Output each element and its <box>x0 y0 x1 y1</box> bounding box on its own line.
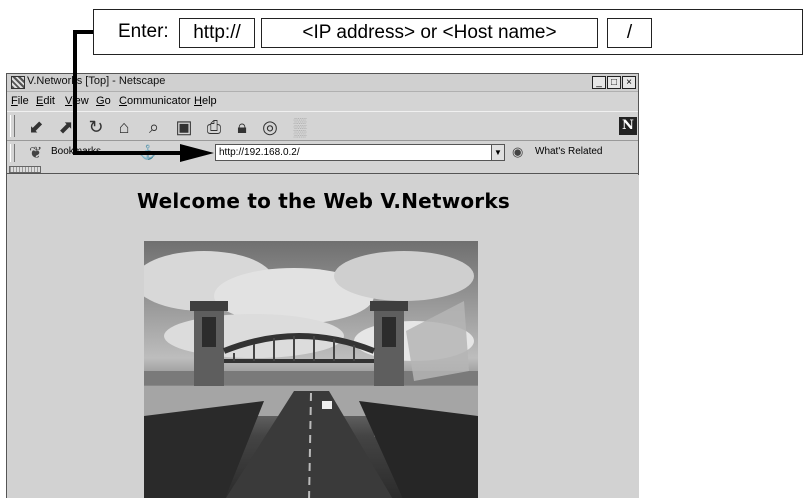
browser-window: V.Networks [Top] - Netscape _ □ × File E… <box>6 73 639 498</box>
slash-segment: / <box>607 18 652 48</box>
home-icon[interactable]: ⌂ <box>111 115 137 139</box>
netscape-logo-icon[interactable]: N <box>619 117 637 135</box>
bookmarks-button[interactable]: Bookmarks <box>51 146 101 157</box>
title-bar[interactable]: V.Networks [Top] - Netscape _ □ × <box>7 74 638 92</box>
bridge-photo <box>144 241 478 498</box>
stop-icon[interactable]: ▒ <box>287 115 313 139</box>
close-button[interactable]: × <box>622 76 636 89</box>
whats-related-button[interactable]: What's Related <box>535 146 603 157</box>
toolbar-tab-handle[interactable] <box>9 166 41 173</box>
navigation-toolbar: ⬋ ⬈ ↻ ⌂ ⌕ ▣ ⎙ 🔒︎ ◎ ▒ N <box>7 111 638 141</box>
forward-icon[interactable]: ⬈ <box>53 115 79 139</box>
page-content: Welcome to the Web V.Networks <box>8 175 639 498</box>
menu-communicator[interactable]: Communicator <box>119 95 191 107</box>
menu-help[interactable]: Help <box>194 95 217 107</box>
toolbar-grip[interactable] <box>10 115 15 137</box>
reload-icon[interactable]: ↻ <box>83 115 109 139</box>
url-dropdown-icon[interactable]: ▼ <box>491 144 505 161</box>
back-icon[interactable]: ⬋ <box>23 115 49 139</box>
host-segment: <IP address> or <Host name> <box>261 18 598 48</box>
menu-file[interactable]: File <box>11 95 29 107</box>
collapsed-toolbar-strip <box>7 165 638 174</box>
menu-view[interactable]: View <box>65 95 89 107</box>
my-netscape-icon[interactable]: ▣ <box>171 115 197 139</box>
location-grip[interactable] <box>10 144 15 162</box>
security-icon[interactable]: 🔒︎ <box>229 115 255 139</box>
search-icon[interactable]: ⌕ <box>141 115 167 139</box>
enter-label: Enter: <box>118 21 169 42</box>
bookmarks-icon[interactable]: ❦ <box>29 143 42 163</box>
maximize-button[interactable]: □ <box>607 76 621 89</box>
location-icon[interactable]: ⚓ <box>139 144 156 161</box>
url-input[interactable]: http://192.168.0.2/ <box>215 144 491 161</box>
menu-edit[interactable]: Edit <box>36 95 55 107</box>
url-format-callout: Enter: http:// <IP address> or <Host nam… <box>93 9 803 55</box>
page-heading: Welcome to the Web V.Networks <box>137 189 510 213</box>
menu-go[interactable]: Go <box>96 95 111 107</box>
menu-bar: File Edit View Go Communicator Help <box>7 92 638 111</box>
netscape-app-icon <box>11 76 25 89</box>
window-title: V.Networks [Top] - Netscape <box>27 75 166 87</box>
whats-related-icon[interactable]: ◉ <box>512 144 523 160</box>
print-icon[interactable]: ⎙ <box>201 115 227 139</box>
minimize-button[interactable]: _ <box>592 76 606 89</box>
protocol-segment: http:// <box>179 18 255 48</box>
location-toolbar: ❦ Bookmarks ⚓ http://192.168.0.2/ ▼ ◉ Wh… <box>7 142 638 164</box>
shop-icon[interactable]: ◎ <box>257 115 283 139</box>
